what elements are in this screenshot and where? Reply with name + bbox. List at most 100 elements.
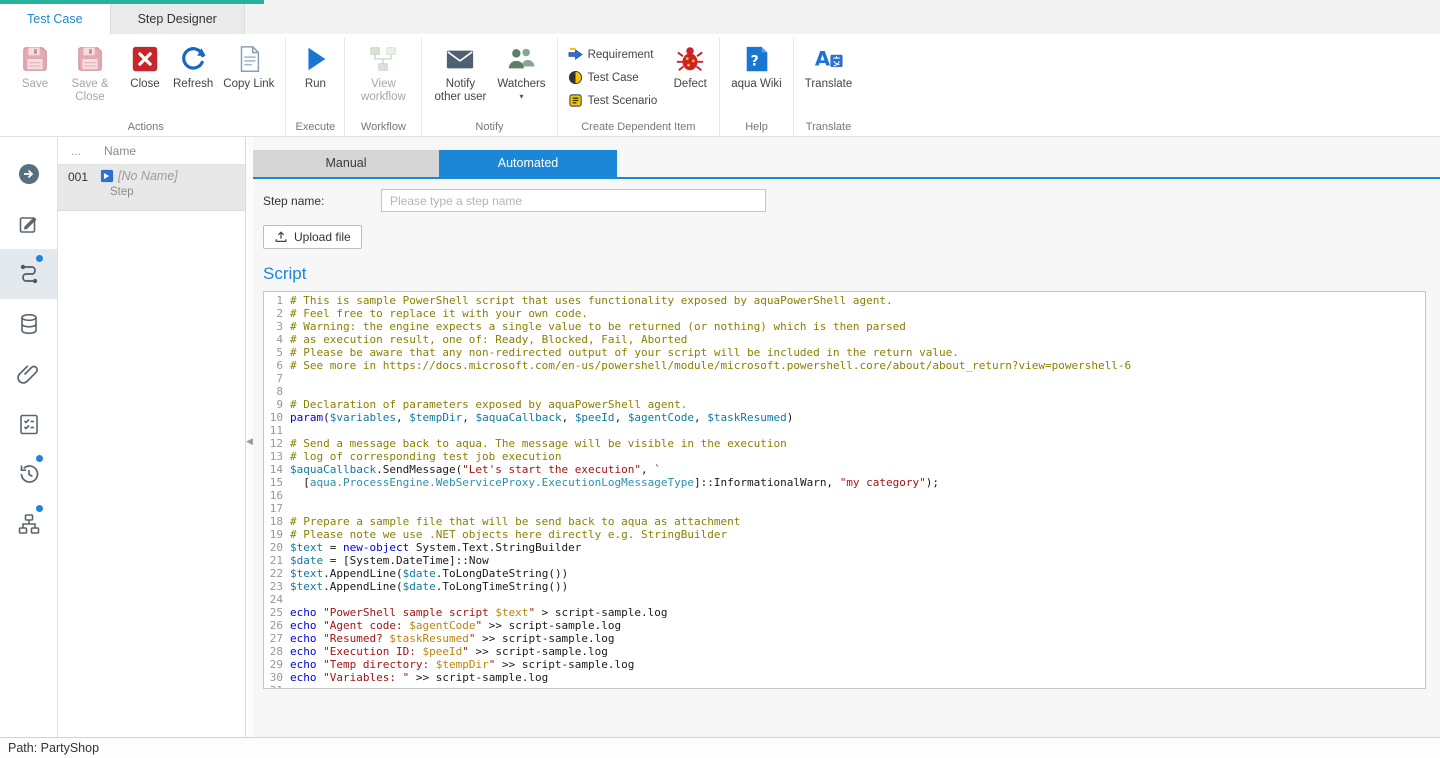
refresh-icon bbox=[178, 44, 208, 74]
button-label: Refresh bbox=[173, 78, 213, 91]
step-mode-tabs: Manual Automated bbox=[253, 150, 1440, 179]
code-text: echo "Agent code: $agentCode" >> script-… bbox=[290, 619, 621, 632]
sidebar-item-details[interactable] bbox=[0, 199, 57, 249]
code-line: 5# Please be aware that any non-redirect… bbox=[264, 346, 1425, 359]
watchers-icon bbox=[506, 44, 536, 74]
translate-icon: A bbox=[814, 44, 844, 74]
refresh-button[interactable]: Refresh bbox=[168, 40, 218, 91]
code-line: 3# Warning: the engine expects a single … bbox=[264, 320, 1425, 333]
line-number: 26 bbox=[264, 619, 290, 632]
code-text: $text = new-object System.Text.StringBui… bbox=[290, 541, 581, 554]
code-line: 10param($variables, $tempDir, $aquaCallb… bbox=[264, 411, 1425, 424]
step-type-text: Step bbox=[110, 186, 245, 198]
tab-manual[interactable]: Manual bbox=[253, 150, 439, 177]
section-sidebar bbox=[0, 137, 58, 737]
line-number: 12 bbox=[264, 437, 290, 450]
svg-text:A: A bbox=[814, 48, 830, 71]
notify-other-user-button[interactable]: Notify other user bbox=[428, 40, 492, 104]
code-line: 29echo "Temp directory: $tempDir" >> scr… bbox=[264, 658, 1425, 671]
content-area: ... Name 001[No Name]Step ◀ Manual Autom… bbox=[0, 137, 1440, 737]
steps-list-header: ... Name bbox=[58, 137, 245, 165]
code-text: param($variables, $tempDir, $aquaCallbac… bbox=[290, 411, 793, 424]
sitemap-icon bbox=[17, 512, 41, 536]
testcase-icon bbox=[568, 70, 583, 85]
translate-button[interactable]: ATranslate bbox=[800, 40, 858, 91]
step-name-input[interactable] bbox=[381, 189, 766, 212]
sidebar-item-history[interactable] bbox=[0, 449, 57, 499]
ribbon-group-workflow: View workflowWorkflow bbox=[344, 38, 421, 136]
code-line: 9# Declaration of parameters exposed by … bbox=[264, 398, 1425, 411]
notify-icon bbox=[445, 44, 475, 74]
sidebar-item-attachments[interactable] bbox=[0, 349, 57, 399]
code-text: $aquaCallback.SendMessage("Let's start t… bbox=[290, 463, 661, 476]
line-number: 27 bbox=[264, 632, 290, 645]
line-number: 23 bbox=[264, 580, 290, 593]
sidebar-item-data[interactable] bbox=[0, 299, 57, 349]
panel-splitter[interactable]: ◀ bbox=[246, 137, 253, 737]
step-detail-panel: Manual Automated Step name: Upload file … bbox=[253, 137, 1440, 737]
code-line: 25echo "PowerShell sample script $text" … bbox=[264, 606, 1425, 619]
code-line: 30echo "Variables: " >> script-sample.lo… bbox=[264, 671, 1425, 684]
line-number: 2 bbox=[264, 307, 290, 320]
tab-test-case[interactable]: Test Case bbox=[0, 4, 111, 34]
collapse-panel-icon[interactable]: ◀ bbox=[246, 437, 253, 446]
line-number: 17 bbox=[264, 502, 290, 515]
code-text: # Feel free to replace it with your own … bbox=[290, 307, 588, 320]
paperclip-icon bbox=[17, 362, 41, 386]
aqua-wiki-button[interactable]: ?aqua Wiki bbox=[726, 40, 787, 91]
save-icon bbox=[20, 44, 50, 74]
code-text: $text.AppendLine($date.ToLongDateString(… bbox=[290, 567, 568, 580]
run-button[interactable]: Run bbox=[292, 40, 338, 91]
edit-icon bbox=[17, 212, 41, 236]
line-number: 8 bbox=[264, 385, 290, 398]
ribbon-group-execute: Run Execute bbox=[285, 38, 344, 136]
sidebar-item-checklist[interactable] bbox=[0, 399, 57, 449]
upload-icon bbox=[274, 230, 288, 244]
code-text: # Please note we use .NET objects here d… bbox=[290, 528, 727, 541]
line-number: 11 bbox=[264, 424, 290, 437]
code-line: 27echo "Resumed? $taskResumed" >> script… bbox=[264, 632, 1425, 645]
code-text: # This is sample PowerShell script that … bbox=[290, 294, 893, 307]
defect-button[interactable]: Defect bbox=[667, 40, 713, 91]
upload-file-button[interactable]: Upload file bbox=[263, 225, 362, 249]
code-line: 1# This is sample PowerShell script that… bbox=[264, 294, 1425, 307]
script-code-editor[interactable]: 1# This is sample PowerShell script that… bbox=[263, 291, 1426, 689]
code-text: # Prepare a sample file that will be sen… bbox=[290, 515, 740, 528]
automated-step-form: Step name: Upload file Script 1# This is… bbox=[253, 179, 1440, 737]
code-line: 13# log of corresponding test job execut… bbox=[264, 450, 1425, 463]
sidebar-item-navigate[interactable] bbox=[0, 149, 57, 199]
test-case-button[interactable]: Test Case bbox=[566, 66, 664, 89]
code-line: 22$text.AppendLine($date.ToLongDateStrin… bbox=[264, 567, 1425, 580]
copy-link-button[interactable]: Copy Link bbox=[218, 40, 279, 91]
close-icon bbox=[130, 44, 160, 74]
workflow-icon bbox=[368, 44, 398, 74]
code-line: 28echo "Execution ID: $peeId" >> script-… bbox=[264, 645, 1425, 658]
tab-automated[interactable]: Automated bbox=[439, 150, 617, 177]
button-label: Test Scenario bbox=[588, 95, 658, 107]
step-name-label: Step name: bbox=[263, 194, 381, 208]
sidebar-item-dependencies[interactable] bbox=[0, 499, 57, 549]
line-number: 1 bbox=[264, 294, 290, 307]
test-scenario-button[interactable]: Test Scenario bbox=[566, 89, 664, 112]
code-text: # See more in https://docs.microsoft.com… bbox=[290, 359, 1131, 372]
sidebar-item-steps[interactable] bbox=[0, 249, 57, 299]
code-line: 16 bbox=[264, 489, 1425, 502]
code-line: 18# Prepare a sample file that will be s… bbox=[264, 515, 1425, 528]
ribbon-group-label: Notify bbox=[422, 121, 556, 133]
line-number: 21 bbox=[264, 554, 290, 567]
requirement-button[interactable]: Requirement bbox=[566, 43, 664, 66]
line-number: 10 bbox=[264, 411, 290, 424]
step-list-item[interactable]: 001[No Name]Step bbox=[58, 165, 245, 211]
svg-text:?: ? bbox=[750, 54, 758, 70]
code-text: # log of corresponding test job executio… bbox=[290, 450, 562, 463]
tab-step-designer[interactable]: Step Designer bbox=[111, 4, 245, 34]
code-text: echo "Execution ID: $peeId" >> script-sa… bbox=[290, 645, 608, 658]
code-line: 12# Send a message back to aqua. The mes… bbox=[264, 437, 1425, 450]
window-tab-bar: Test Case Step Designer bbox=[0, 0, 1440, 34]
chevron-down-icon[interactable]: ▾ bbox=[519, 93, 523, 101]
ribbon-group-label: Execute bbox=[286, 121, 344, 133]
button-label: Close bbox=[130, 78, 159, 91]
close-button[interactable]: Close bbox=[122, 40, 168, 91]
steps-list-rows: 001[No Name]Step bbox=[58, 165, 245, 211]
watchers-button[interactable]: Watchers▾ bbox=[492, 40, 550, 101]
